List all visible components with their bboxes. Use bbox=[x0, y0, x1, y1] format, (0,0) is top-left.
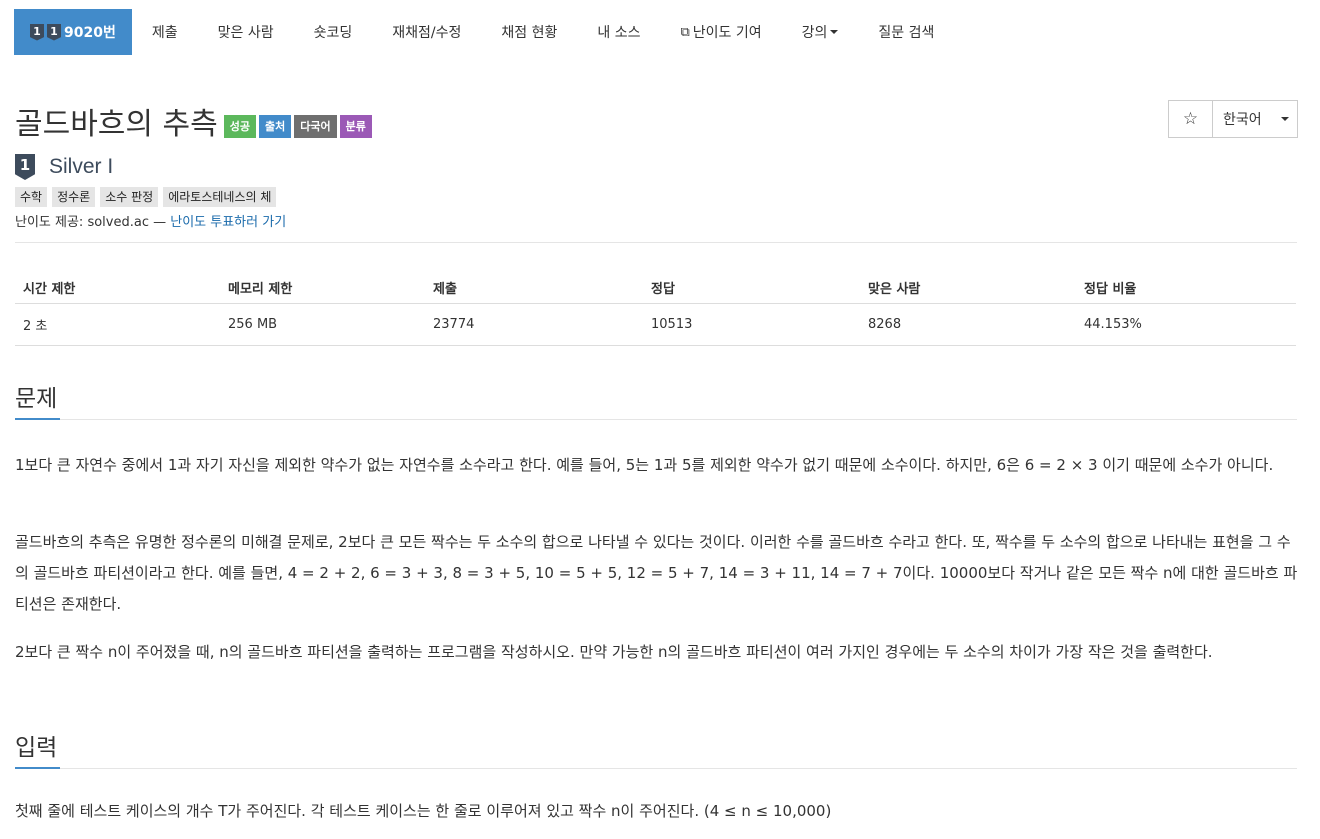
tier-badge-icon: 1 bbox=[47, 23, 61, 41]
problem-section-heading: 문제 bbox=[15, 386, 58, 412]
nav-difficulty-label: 난이도 기여 bbox=[692, 25, 762, 41]
nav-solved-users[interactable]: 맞은 사람 bbox=[198, 9, 294, 55]
problem-id-label: 9020번 bbox=[64, 25, 116, 41]
table-cell: 44.153% bbox=[1076, 303, 1296, 346]
nav-lecture-dropdown[interactable]: 강의 bbox=[782, 9, 859, 55]
tag-item[interactable]: 정수론 bbox=[52, 187, 96, 207]
tag-item[interactable]: 수학 bbox=[15, 187, 48, 207]
nav-rejudge-label: 재채점/수정 bbox=[392, 25, 462, 41]
nav-my-source-label: 내 소스 bbox=[597, 25, 641, 41]
nav-submit-label: 제출 bbox=[151, 25, 178, 41]
problem-id-tab[interactable]: 1 1 9020번 bbox=[14, 9, 132, 55]
nav-submit[interactable]: 제출 bbox=[132, 9, 198, 55]
tier-row: 1 Silver I bbox=[15, 154, 113, 180]
problem-paragraph: 2보다 큰 짝수 n이 주어졌을 때, n의 골드바흐 파티션을 출력하는 프로… bbox=[15, 643, 1213, 661]
tag-item[interactable]: 소수 판정 bbox=[100, 187, 159, 207]
label-multilang[interactable]: 다국어 bbox=[294, 114, 337, 138]
tier-badge-icon: 1 bbox=[30, 23, 44, 41]
label-success[interactable]: 성공 bbox=[223, 114, 256, 138]
title-row: 골드바흐의 추측 성공 출처 다국어 분류 bbox=[15, 99, 372, 143]
table-cell: 256 MB bbox=[220, 303, 425, 346]
heading-underline bbox=[15, 418, 60, 420]
page-controls: ☆ 한국어 bbox=[1168, 100, 1298, 138]
table-header-cell: 맞은 사람 bbox=[860, 271, 1076, 304]
difficulty-credit: 난이도 제공: solved.ac — 난이도 투표하러 가기 bbox=[15, 211, 286, 230]
table-row: 2 초 256 MB 23774 10513 8268 44.153% bbox=[15, 303, 1296, 346]
tag-item[interactable]: 에라토스테네스의 체 bbox=[163, 187, 277, 207]
label-source[interactable]: 출처 bbox=[259, 114, 292, 138]
nav-question-search-label: 질문 검색 bbox=[878, 25, 935, 41]
table-header-cell: 정답 bbox=[643, 271, 860, 304]
top-nav: 1 1 9020번 제출 맞은 사람 숏코딩 재채점/수정 채점 현황 내 소스… bbox=[14, 9, 954, 55]
problem-paragraph: 골드바흐의 추측은 유명한 정수론의 미해결 문제로, 2보다 큰 모든 짝수는… bbox=[15, 533, 1298, 613]
nav-rejudge[interactable]: 재채점/수정 bbox=[372, 9, 481, 55]
vote-difficulty-link[interactable]: 난이도 투표하러 가기 bbox=[170, 215, 286, 230]
table-cell: 8268 bbox=[860, 303, 1076, 346]
nav-question-search[interactable]: 질문 검색 bbox=[858, 9, 954, 55]
table-cell: 10513 bbox=[643, 303, 860, 346]
tier-silver-icon: 1 bbox=[15, 154, 35, 180]
language-select-value: 한국어 bbox=[1223, 112, 1262, 128]
problem-stats-table: 시간 제한 메모리 제한 제출 정답 맞은 사람 정답 비율 2 초 256 M… bbox=[15, 271, 1296, 346]
table-header-cell: 제출 bbox=[425, 271, 643, 304]
nav-short-coding-label: 숏코딩 bbox=[313, 25, 353, 41]
table-cell: 2 초 bbox=[15, 303, 220, 346]
star-icon: ☆ bbox=[1182, 109, 1199, 129]
heading-underline bbox=[15, 767, 60, 769]
nav-solved-users-label: 맞은 사람 bbox=[217, 25, 274, 41]
nav-difficulty-contribute[interactable]: ⧉ 난이도 기여 bbox=[660, 9, 781, 55]
caret-down-icon bbox=[830, 30, 839, 34]
problem-labels: 성공 출처 다국어 분류 bbox=[223, 114, 372, 138]
divider bbox=[15, 419, 1297, 420]
credit-text: 난이도 제공: solved.ac — bbox=[15, 215, 167, 230]
tier-name[interactable]: Silver I bbox=[49, 155, 113, 179]
table-header-row: 시간 제한 메모리 제한 제출 정답 맞은 사람 정답 비율 bbox=[15, 271, 1296, 304]
nav-lecture-label: 강의 bbox=[801, 25, 828, 41]
nav-status[interactable]: 채점 현황 bbox=[481, 9, 577, 55]
table-cell: 23774 bbox=[425, 303, 643, 346]
language-select[interactable]: 한국어 bbox=[1213, 101, 1297, 137]
table-header-cell: 정답 비율 bbox=[1076, 271, 1296, 304]
table-header-cell: 메모리 제한 bbox=[220, 271, 425, 304]
nav-my-source[interactable]: 내 소스 bbox=[577, 9, 660, 55]
input-paragraph: 첫째 줄에 테스트 케이스의 개수 T가 주어진다. 각 테스트 케이스는 한 … bbox=[15, 802, 832, 820]
algorithm-tags: 수학 정수론 소수 판정 에라토스테네스의 체 bbox=[15, 187, 277, 207]
nav-short-coding[interactable]: 숏코딩 bbox=[294, 9, 373, 55]
favorite-star-button[interactable]: ☆ bbox=[1169, 101, 1213, 137]
external-link-icon: ⧉ bbox=[680, 24, 690, 40]
divider bbox=[15, 768, 1297, 769]
divider bbox=[15, 242, 1297, 243]
nav-status-label: 채점 현황 bbox=[501, 25, 558, 41]
label-category[interactable]: 분류 bbox=[339, 114, 372, 138]
page-title: 골드바흐의 추측 bbox=[15, 107, 218, 142]
caret-down-icon bbox=[1280, 117, 1289, 121]
table-header-cell: 시간 제한 bbox=[15, 271, 220, 304]
input-section-heading: 입력 bbox=[15, 735, 58, 761]
problem-paragraph: 1보다 큰 자연수 중에서 1과 자기 자신을 제외한 약수가 없는 자연수를 … bbox=[15, 456, 1274, 474]
